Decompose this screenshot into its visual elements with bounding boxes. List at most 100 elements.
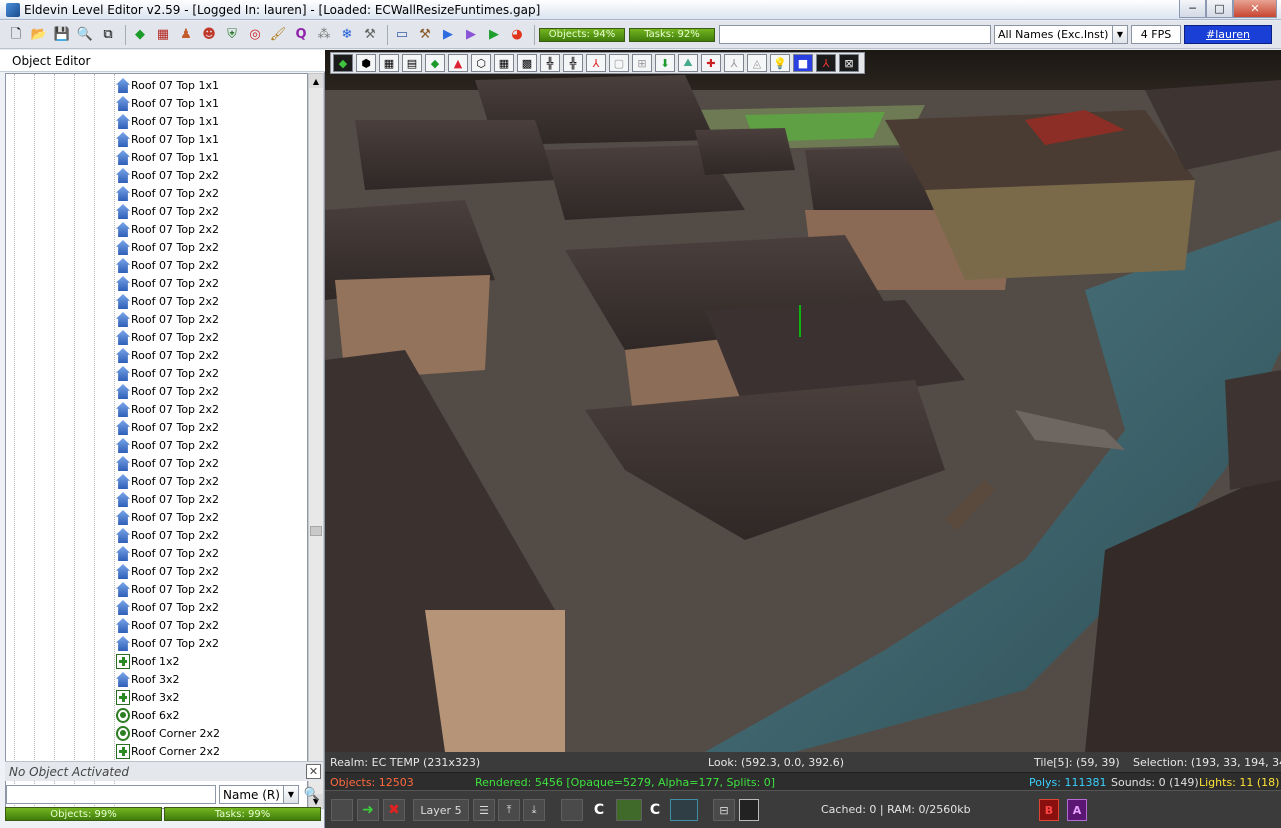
tree-item[interactable]: Roof 07 Top 2x2	[6, 635, 306, 653]
tree-item[interactable]: Roof 3x2	[6, 671, 306, 689]
layers-list-icon[interactable]: ☰	[473, 799, 495, 821]
play-green-icon[interactable]: ▶	[484, 25, 504, 45]
tree-item[interactable]: Roof 07 Top 2x2	[6, 617, 306, 635]
blank-tool-button[interactable]	[561, 799, 583, 821]
tools-icon[interactable]: ⚒	[360, 25, 380, 45]
monster-face-icon[interactable]: ☻	[199, 25, 219, 45]
layer-down-icon[interactable]: ⤓	[523, 799, 545, 821]
tree-item[interactable]: Roof 07 Top 2x2	[6, 347, 306, 365]
crosshair-grid-icon[interactable]: ╬	[540, 54, 560, 72]
tree-item[interactable]: Roof 07 Top 2x2	[6, 239, 306, 257]
chevron-down-icon[interactable]: ▼	[283, 786, 298, 803]
grass-texture-swatch[interactable]	[616, 799, 642, 821]
expand-plus-icon[interactable]	[116, 744, 130, 759]
character-icon[interactable]: ♟	[176, 25, 196, 45]
blue-square-icon[interactable]: ■	[793, 54, 813, 72]
tree-item[interactable]: Roof 07 Top 2x2	[6, 257, 306, 275]
cross-box-icon[interactable]: ⊠	[839, 54, 859, 72]
quad-icon[interactable]: ⊞	[632, 54, 652, 72]
shield-icon[interactable]: ⛨	[222, 25, 242, 45]
expand-plus-icon[interactable]	[116, 654, 130, 669]
tree-item[interactable]: Roof 07 Top 2x2	[6, 563, 306, 581]
tree-item[interactable]: Roof 07 Top 2x2	[6, 293, 306, 311]
tree-item[interactable]: Roof 1x2	[6, 653, 306, 671]
crosshair-grid-alt-icon[interactable]: ╬	[563, 54, 583, 72]
tree-item[interactable]: Roof 07 Top 2x2	[6, 221, 306, 239]
tree-item[interactable]: Roof 07 Top 2x2	[6, 455, 306, 473]
tree-item[interactable]: Roof 07 Top 2x2	[6, 527, 306, 545]
close-icon[interactable]: ✕	[306, 764, 321, 779]
tree-item[interactable]: Roof 07 Top 1x1	[6, 77, 306, 95]
wire-cube-icon[interactable]: ⬡	[471, 54, 491, 72]
tree-scrollbar[interactable]: ▲ ▼	[308, 73, 324, 809]
tree-item[interactable]: Roof 6x2	[6, 707, 306, 725]
tree-item[interactable]: Roof 07 Top 2x2	[6, 167, 306, 185]
blank-tool-button[interactable]	[331, 799, 353, 821]
terrain-icon[interactable]: ◆	[130, 25, 150, 45]
tree-item[interactable]: Roof 07 Top 2x2	[6, 329, 306, 347]
tree-item[interactable]: Roof 3x2	[6, 689, 306, 707]
paint-brush-icon[interactable]: 🖌	[268, 25, 288, 45]
scroll-up-arrow-icon[interactable]: ▲	[309, 74, 323, 88]
render-mode-icon[interactable]: ◆	[333, 54, 353, 72]
grid-fine-icon[interactable]: ▩	[517, 54, 537, 72]
name-filter-dropdown[interactable]: All Names (Exc.Inst) ▼	[994, 25, 1128, 44]
tree-item[interactable]: Roof 07 Top 2x2	[6, 419, 306, 437]
tree-item[interactable]: Roof 07 Top 2x2	[6, 491, 306, 509]
color-wheel-icon[interactable]: ◕	[507, 25, 527, 45]
landscape-icon[interactable]: ⛰	[678, 54, 698, 72]
window-icon[interactable]: ▭	[392, 25, 412, 45]
search-icon[interactable]: 🔍	[302, 785, 322, 804]
object-tree[interactable]: Roof 07 Top 1x1 Roof 07 Top 1x1 Roof 07 To…	[5, 73, 308, 809]
quest-q-icon[interactable]: Q	[291, 25, 311, 45]
target-icon[interactable]: ◎	[245, 25, 265, 45]
tree-item[interactable]: Roof 07 Top 2x2	[6, 473, 306, 491]
save-icon[interactable]: 💾	[52, 25, 72, 45]
minimize-button[interactable]: ─	[1179, 0, 1206, 18]
tree-item[interactable]: Roof 07 Top 2x2	[6, 581, 306, 599]
tree-item[interactable]: Roof 07 Top 2x2	[6, 599, 306, 617]
red-x-icon[interactable]: ✖	[383, 799, 405, 821]
close-button[interactable]: ✕	[1233, 0, 1277, 18]
tree-item[interactable]: Roof 07 Top 2x2	[6, 545, 306, 563]
open-folder-icon[interactable]: 📂	[29, 25, 49, 45]
align-icon[interactable]: ⊟	[713, 799, 735, 821]
tree-item[interactable]: Roof 07 Top 2x2	[6, 275, 306, 293]
water-texture-swatch[interactable]	[670, 799, 698, 821]
snowflake-icon[interactable]: ❄	[337, 25, 357, 45]
tree-item[interactable]: Roof 07 Top 1x1	[6, 95, 306, 113]
play-blue-icon[interactable]: ▶	[438, 25, 458, 45]
axis-gizmo-icon[interactable]: ⅄	[816, 54, 836, 72]
tree-item[interactable]: Roof 07 Top 1x1	[6, 131, 306, 149]
play-purple-icon[interactable]: ▶	[461, 25, 481, 45]
sort-dropdown[interactable]: Name (R) ▼	[219, 785, 299, 804]
layer-button[interactable]: Layer 5	[413, 799, 469, 821]
move-cross-icon[interactable]: ✚	[701, 54, 721, 72]
lightbulb-icon[interactable]: 💡	[770, 54, 790, 72]
tree-item[interactable]: Roof 07 Top 2x2	[6, 365, 306, 383]
toolbar-search-input[interactable]	[719, 25, 991, 44]
new-file-icon[interactable]: 🗋	[6, 25, 26, 45]
grid-icon[interactable]: ▦	[379, 54, 399, 72]
layer-up-icon[interactable]: ⤒	[498, 799, 520, 821]
tree-item[interactable]: Roof 07 Top 2x2	[6, 185, 306, 203]
tree-item[interactable]: Roof 07 Top 2x2	[6, 437, 306, 455]
tree-item[interactable]: Roof 07 Top 1x1	[6, 113, 306, 131]
object-search-input[interactable]	[6, 785, 216, 804]
tree-item[interactable]: Roof 07 Top 2x2	[6, 383, 306, 401]
scroll-thumb[interactable]	[310, 526, 322, 536]
dense-grid-icon[interactable]: ▦	[494, 54, 514, 72]
c-button[interactable]: C	[588, 799, 610, 821]
tree-item[interactable]: Roof Corner 2x2	[6, 743, 306, 761]
terrain-icon[interactable]: ◆	[425, 54, 445, 72]
copy-icon[interactable]: ⧉	[98, 25, 118, 45]
a-button[interactable]: A	[1067, 799, 1087, 821]
shaded-cube-icon[interactable]: ⬢	[356, 54, 376, 72]
tree-item[interactable]: Roof 07 Top 2x2	[6, 401, 306, 419]
expand-plus-icon[interactable]	[116, 690, 130, 705]
search-icon[interactable]: 🔍	[75, 25, 95, 45]
hammer-icon[interactable]: ⚒	[415, 25, 435, 45]
tree-item[interactable]: Roof Corner 2x2	[6, 725, 306, 743]
3d-viewport[interactable]: ◆ ⬢ ▦ ▤ ◆ ▲ ⬡ ▦ ▩ ╬ ╬ ⅄ ▢ ⊞ ⬇ ⛰ ✚ ⅄ ◬ 💡 …	[325, 50, 1281, 752]
chevron-down-icon[interactable]: ▼	[1112, 26, 1127, 43]
